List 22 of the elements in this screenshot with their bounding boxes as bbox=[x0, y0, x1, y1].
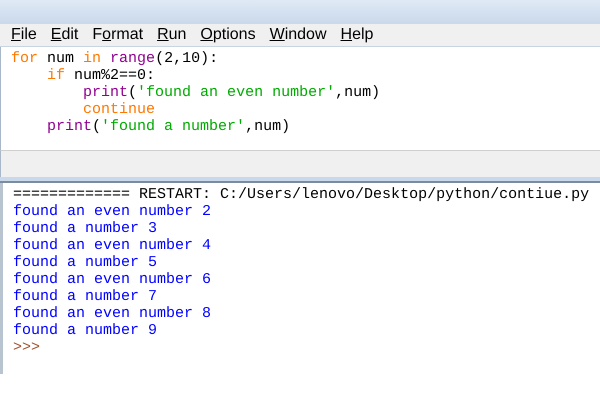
menu-item[interactable]: Window bbox=[262, 26, 334, 44]
shell-prompt: >>> bbox=[13, 339, 40, 356]
menu-item[interactable]: Format bbox=[85, 26, 150, 44]
output-line: found a number 3 bbox=[13, 220, 158, 237]
code-line: continue bbox=[82, 101, 156, 118]
output-line: found an even number 4 bbox=[13, 237, 212, 254]
menu-item[interactable]: Edit bbox=[44, 26, 86, 44]
code-line: print('found a number',num) bbox=[46, 118, 290, 135]
restart-message: ============= RESTART: C:/Users/lenovo/Desktop/python/contiue.py bbox=[13, 186, 590, 203]
code-line: print('found an even number',num) bbox=[82, 84, 380, 101]
output-line: found a number 5 bbox=[13, 254, 158, 271]
output-line: found an even number 2 bbox=[13, 203, 212, 220]
menu-item[interactable]: Help bbox=[334, 26, 380, 44]
menu-item[interactable]: File bbox=[4, 26, 44, 44]
menu-item[interactable]: Options bbox=[193, 26, 263, 44]
output-line: found a number 9 bbox=[13, 322, 158, 339]
output-line: found a number 7 bbox=[13, 288, 158, 305]
code-line: if num%2==0: bbox=[46, 67, 156, 84]
menu-item[interactable]: Run bbox=[150, 26, 194, 44]
output-line: found an even number 8 bbox=[13, 305, 212, 322]
code-line: for num in range(2,10): bbox=[11, 50, 218, 67]
output-line: found an even number 6 bbox=[13, 271, 212, 288]
